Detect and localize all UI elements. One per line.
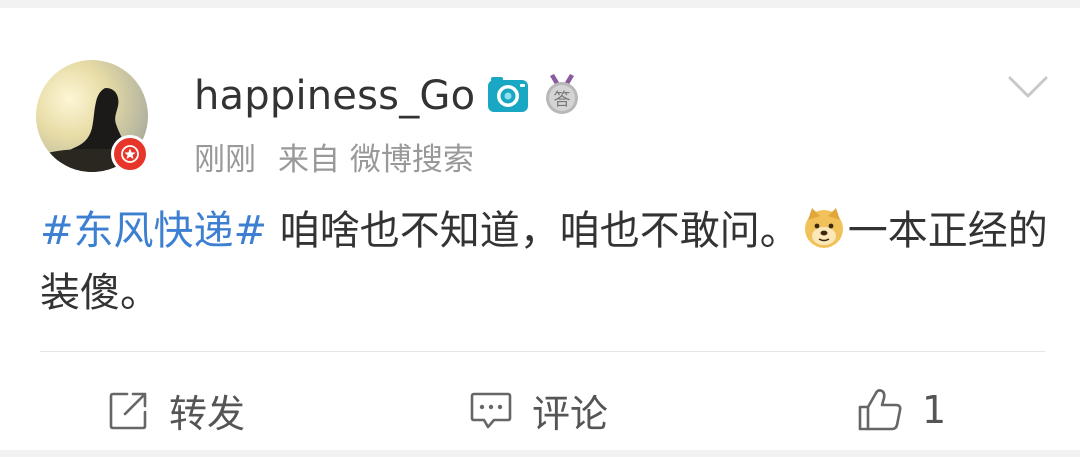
thumbs-up-icon (858, 389, 902, 431)
comment-label: 评论 (532, 391, 609, 436)
camera-icon[interactable] (487, 76, 529, 114)
username[interactable]: happiness_Go (194, 72, 475, 120)
medal-icon[interactable]: 答 (542, 72, 582, 116)
repost-button[interactable]: 转发 (107, 382, 245, 438)
weibo-post-card: happiness_Go 答 刚刚 来自 微博搜索 #东风快递# 咱啥也不知道，咱… (0, 8, 1080, 450)
post-content: #东风快递# 咱啥也不知道，咱也不敢问。 一本正经的装傻。 (40, 200, 1050, 324)
chevron-down-icon[interactable] (1006, 72, 1050, 102)
divider (40, 351, 1045, 352)
post-meta: 刚刚 来自 微博搜索 (194, 140, 474, 180)
post-source[interactable]: 来自 微博搜索 (278, 142, 474, 178)
doge-emoji-icon (804, 208, 843, 248)
repost-label: 转发 (169, 391, 246, 436)
comment-button[interactable]: 评论 (468, 382, 608, 438)
like-button[interactable]: 1 (856, 382, 946, 438)
topic-link[interactable]: #东风快递# (40, 208, 267, 254)
vip-badge (111, 135, 149, 173)
star-badge-icon (121, 145, 139, 163)
medal-text: 答 (554, 90, 571, 110)
feed-separator (0, 450, 1080, 457)
post-text-part1: 咱啥也不知道，咱也不敢问。 (267, 208, 800, 254)
comment-icon (470, 392, 512, 429)
repost-icon (109, 392, 147, 430)
like-count: 1 (922, 388, 947, 432)
post-time: 刚刚 (194, 142, 256, 178)
